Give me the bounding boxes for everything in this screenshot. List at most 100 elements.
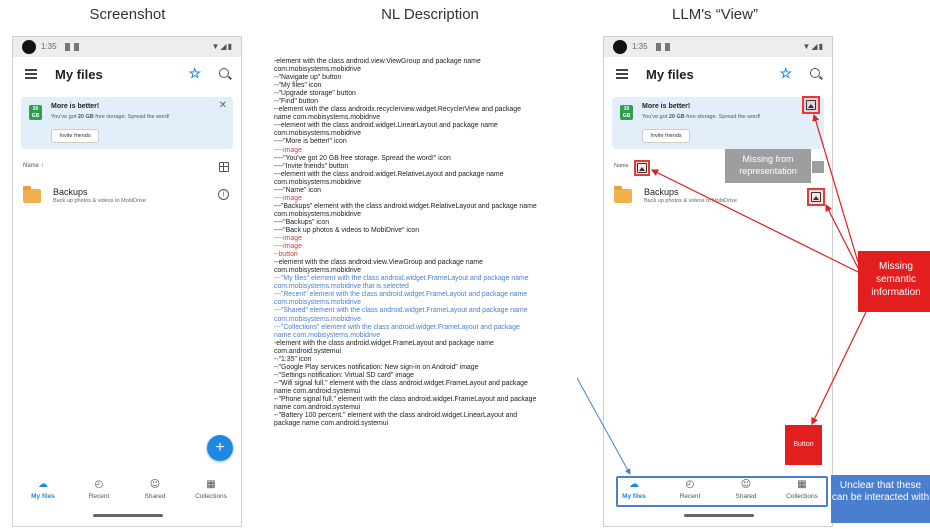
description-line: ---element with the class android.widget… (274, 122, 498, 130)
description-line: ---"My files" element with the class and… (274, 275, 529, 283)
description-line: name com.android.systemui (274, 404, 361, 412)
sort-by-name[interactable]: Name ↑ (23, 163, 44, 169)
camera-cutout (22, 40, 36, 54)
nav-recent[interactable]: ◴ Recent (71, 479, 127, 500)
description-line: -element with the class android.widget.F… (274, 339, 494, 347)
nav-label: Recent (88, 493, 110, 500)
cloud-icon: ☁ (38, 479, 48, 490)
upgrade-storage-icon[interactable]: ☆ (779, 65, 792, 82)
file-description: Back up photos & videos to MobiDrive (53, 198, 146, 204)
app-title: My files (55, 67, 103, 82)
promo-title: More is better! (51, 103, 100, 110)
status-time: 1:35 (41, 42, 57, 51)
description-line: name com.android.systemui (274, 387, 361, 395)
description-line: ----image (274, 243, 302, 251)
description-line: ----"You've got 20 GB free storage. Spre… (274, 154, 451, 162)
nav-label: Collections (195, 493, 227, 500)
description-line: com.mobisystems.mobidrive (274, 178, 361, 186)
description-line: ----image (274, 194, 302, 202)
description-line: --"1:35" icon (274, 355, 312, 363)
upgrade-storage-icon[interactable]: ☆ (188, 65, 201, 82)
add-fab-button[interactable]: + (207, 435, 233, 461)
sd-card-icon (74, 43, 79, 51)
app-bar: My files ☆ (13, 57, 241, 95)
description-line: com.android.systemui (274, 347, 342, 355)
grid-view-icon[interactable] (219, 162, 229, 172)
invite-friends-button[interactable]: Invite friends (51, 129, 99, 143)
status-bar: 1:35 ▼◢▮ (604, 37, 832, 57)
sd-card-icon (665, 43, 670, 51)
promo-text: You've got 20 GB free storage. Spread th… (642, 114, 761, 120)
image-icon (806, 100, 816, 110)
missing-grid-marker (812, 161, 824, 173)
screenshot-phone: 1:35 ▼◢▮ My files ☆ 20 GB More is better… (12, 36, 242, 527)
description-line: --"My files" icon (274, 82, 322, 90)
home-indicator (93, 514, 163, 517)
info-icon[interactable]: i (218, 189, 229, 200)
storage-badge-icon: 20 GB (620, 105, 633, 120)
storage-badge-icon: 20 GB (29, 105, 42, 120)
description-line: ----"Invite friends" button (274, 162, 349, 170)
bottom-nav: ☁ My files ◴ Recent ☺ Shared ▦ Collectio… (13, 477, 241, 507)
app-title: My files (646, 67, 694, 82)
nav-shared[interactable]: ☺ Shared (127, 479, 183, 500)
description-line: com.mobisystems.mobidrive that is select… (274, 283, 409, 291)
search-icon[interactable] (810, 68, 820, 78)
description-line: -element with the class android.view.Vie… (274, 58, 481, 65)
description-line: ----"Name" icon (274, 186, 322, 194)
folder-icon (614, 186, 632, 203)
navigate-up-icon[interactable] (25, 69, 37, 79)
unlabeled-button-marker: Button (785, 425, 822, 465)
file-description: Back up photos & videos to MobiDrive (644, 198, 737, 204)
description-line: com.mobisystems.mobidrive (274, 210, 361, 218)
nav-label: Shared (144, 493, 166, 500)
app-bar: My files ☆ (604, 57, 832, 95)
file-row-backups[interactable]: Backups Back up photos & videos to MobiD… (13, 183, 241, 213)
description-line: --element with the class android.view.Vi… (274, 259, 484, 267)
clock-icon: ◴ (94, 479, 104, 490)
nav-outline-marker (616, 476, 828, 507)
description-line: --"Google Play services notification: Ne… (274, 363, 479, 371)
description-line: ---"Shared" element with the class andro… (274, 307, 528, 315)
navigate-up-icon[interactable] (616, 69, 628, 79)
promo-text: You've got 20 GB free storage. Spread th… (51, 114, 170, 120)
file-name: Backups (644, 187, 679, 197)
close-icon[interactable]: ✕ (219, 100, 227, 111)
description-line: com.mobisystems.mobidrive (274, 299, 361, 307)
description-line: --button (274, 251, 298, 259)
description-line: --"Upgrade storage" button (274, 90, 356, 98)
description-line: package name com.android.systemui (274, 420, 389, 428)
missing-info-image-marker (807, 188, 825, 206)
description-line: ---element with the class android.widget… (274, 170, 504, 178)
view-title: LLM's “View” (672, 6, 758, 23)
description-line: com.mobisystems.mobidrive (274, 267, 361, 275)
description-line: com.mobisystems.mobidrive (274, 315, 361, 323)
nav-label: My files (31, 493, 55, 500)
description-line: --element with the class androidx.recycl… (274, 106, 521, 114)
description-line: --"Find" button (274, 98, 318, 106)
file-name: Backups (53, 187, 88, 197)
description-line: ----"Back up photos & videos to MobiDriv… (274, 226, 420, 234)
promo-card: 20 GB More is better! You've got 20 GB f… (612, 97, 824, 149)
description-line: name com.mobisystems.mobidrive (274, 114, 381, 122)
description-line: --"Settings notification: Virtual SD car… (274, 371, 414, 379)
image-icon (811, 192, 821, 202)
description-line: com.mobisystems.mobidrive (274, 66, 361, 74)
file-row-backups[interactable]: Backups Back up photos & videos to MobiD… (604, 183, 832, 213)
description-line: ---"Backups" element with the class andr… (274, 202, 537, 210)
missing-close-image-marker (802, 96, 820, 114)
search-icon[interactable] (219, 68, 229, 78)
description-line: ----"More is better!" icon (274, 138, 347, 146)
sort-row: Name ↑ (13, 161, 241, 177)
status-bar: 1:35 ▼◢▮ (13, 37, 241, 57)
nav-collections[interactable]: ▦ Collections (183, 479, 239, 500)
image-icon (637, 163, 647, 173)
nav-my-files[interactable]: ☁ My files (15, 479, 71, 500)
unclear-interaction-label: Unclear that these can be interacted wit… (831, 475, 930, 523)
description-line: ----"Backups" icon (274, 218, 330, 226)
promo-title: More is better! (642, 103, 691, 110)
sort-by-name[interactable]: Name (614, 163, 629, 169)
signal-battery-icons: ▼◢▮ (802, 42, 824, 51)
invite-friends-button[interactable]: Invite friends (642, 129, 690, 143)
notification-icon (65, 43, 70, 51)
